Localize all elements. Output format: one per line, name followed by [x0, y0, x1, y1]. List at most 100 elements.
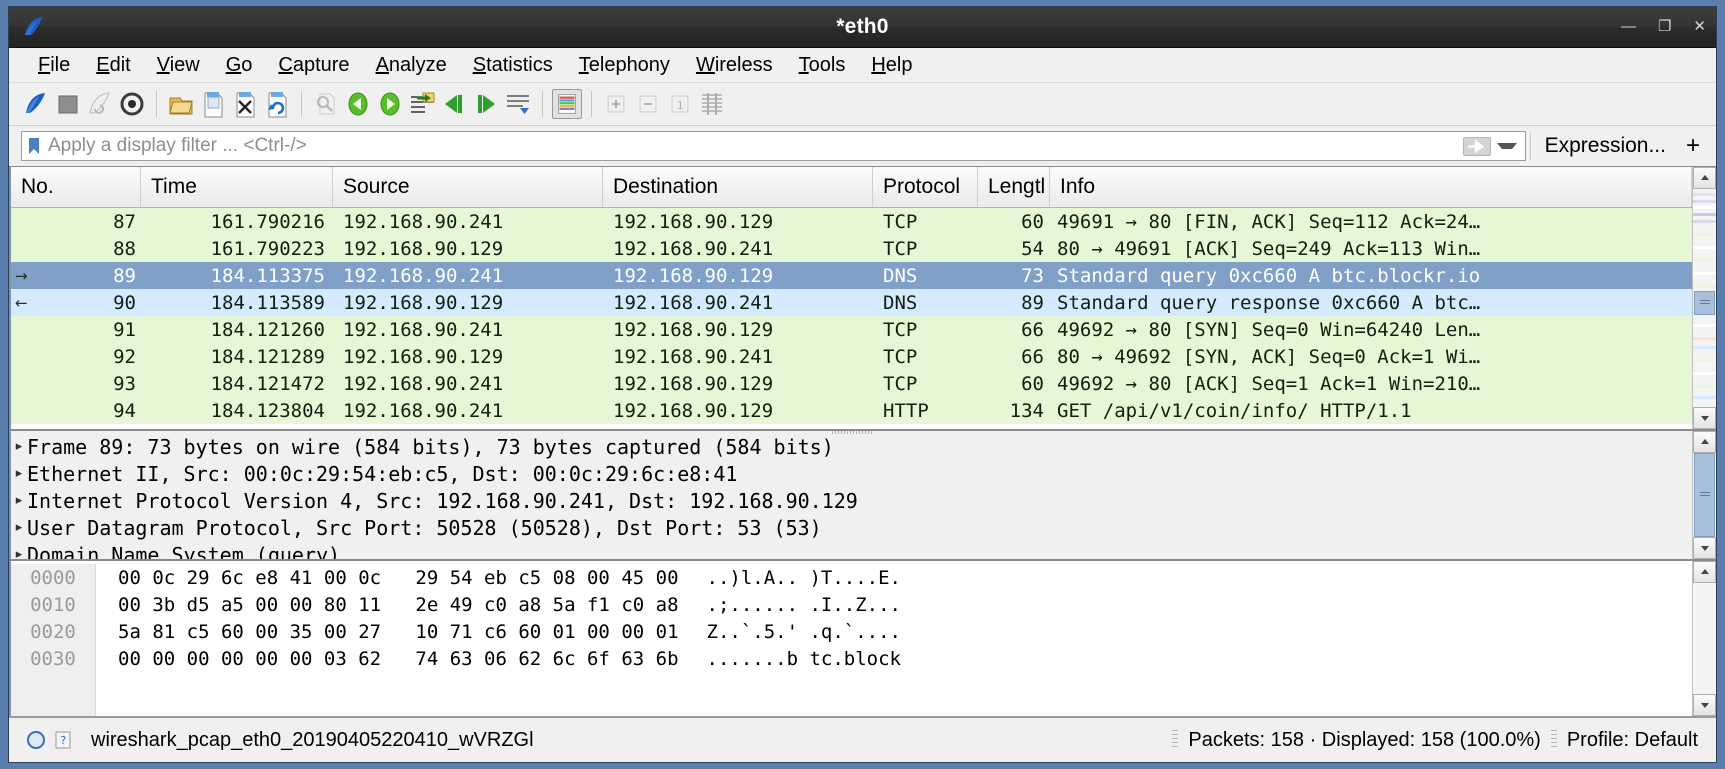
packet-bytes-scrollbar[interactable]: [1692, 561, 1716, 716]
filter-history-chevron-down-icon[interactable]: [1496, 143, 1517, 149]
column-header-source[interactable]: Source: [333, 167, 603, 207]
bytes-scroll-up-arrow-icon[interactable]: [1693, 561, 1716, 583]
packet-list-scroll-thumb[interactable]: [1694, 291, 1715, 316]
status-profile[interactable]: Profile: Default: [1567, 729, 1698, 752]
detail-scroll-down-arrow-icon[interactable]: [1693, 537, 1716, 559]
packet-list-scrollbar[interactable]: [1692, 167, 1716, 429]
zoom-reset-icon[interactable]: 1: [665, 89, 695, 119]
menu-item-edit[interactable]: Edit: [83, 52, 143, 79]
menu-item-wireless[interactable]: Wireless: [683, 52, 786, 79]
menu-item-view[interactable]: View: [144, 52, 213, 79]
save-file-icon[interactable]: [198, 89, 228, 119]
scroll-down-arrow-icon[interactable]: [1693, 407, 1716, 429]
packet-row[interactable]: 91 184.121260 192.168.90.241 192.168.90.129…: [11, 316, 1692, 343]
byte-ascii-column[interactable]: ..)l.A.. )T....E. .;...... .I..Z... Z..`.5…: [679, 564, 901, 716]
related-packet-arrow-icon: →: [15, 266, 28, 285]
column-header-protocol[interactable]: Protocol: [873, 167, 978, 207]
status-bar: ? wireshark_pcap_eth0_20190405220410_wVR…: [9, 716, 1716, 762]
packet-cell-destination: 192.168.90.241: [613, 237, 774, 260]
reload-file-icon[interactable]: [262, 89, 292, 119]
packet-cell-source: 192.168.90.241: [343, 264, 504, 287]
byte-hex-column[interactable]: 00 0c 29 6c e8 41 00 0c 29 54 eb c5 08 0…: [96, 564, 679, 716]
menu-item-go[interactable]: Go: [213, 52, 266, 79]
menu-item-capture[interactable]: Capture: [265, 52, 362, 79]
menu-item-telephony[interactable]: Telephony: [566, 52, 683, 79]
packet-detail-scrollbar[interactable]: [1692, 431, 1716, 559]
expand-triangle-icon[interactable]: ▸: [11, 520, 27, 535]
detail-tree-row[interactable]: ▸ User Datagram Protocol, Src Port: 50528…: [11, 514, 1692, 541]
packet-row[interactable]: 93 184.121472 192.168.90.241 192.168.90.129…: [11, 370, 1692, 397]
column-header-destination[interactable]: Destination: [603, 167, 873, 207]
apply-filter-icon[interactable]: [1462, 136, 1491, 156]
packet-row[interactable]: 88 161.790223 192.168.90.129 192.168.90.241…: [11, 235, 1692, 262]
packet-row[interactable]: → 89 184.113375 192.168.90.241 192.168.90.12…: [11, 262, 1692, 289]
menu-item-analyze[interactable]: Analyze: [363, 52, 460, 79]
detail-scroll-up-arrow-icon[interactable]: [1693, 431, 1716, 453]
expand-triangle-icon[interactable]: ▸: [11, 466, 27, 481]
expert-info-icon[interactable]: ?: [55, 731, 71, 749]
bytes-scroll-track[interactable]: [1693, 583, 1716, 694]
close-button[interactable]: ✕: [1693, 19, 1706, 34]
column-header-info[interactable]: Info: [1050, 167, 1692, 207]
packet-cell-source: 192.168.90.129: [343, 237, 504, 260]
add-filter-button[interactable]: +: [1680, 132, 1712, 160]
open-file-icon[interactable]: [166, 89, 196, 119]
detail-tree-row[interactable]: ▸ Frame 89: 73 bytes on wire (584 bits), …: [11, 433, 1692, 460]
expand-triangle-icon[interactable]: ▸: [11, 439, 27, 454]
resize-columns-icon[interactable]: [697, 89, 727, 119]
packet-cell-time: 184.113375: [210, 264, 325, 287]
minimize-button[interactable]: —: [1621, 19, 1636, 34]
go-to-last-packet-icon[interactable]: [471, 89, 501, 119]
pane-resize-grip[interactable]: [831, 431, 872, 434]
go-to-packet-icon[interactable]: [407, 89, 437, 119]
packet-detail-tree[interactable]: ▸ Frame 89: 73 bytes on wire (584 bits), …: [11, 431, 1692, 559]
go-back-icon[interactable]: [343, 89, 373, 119]
packet-row[interactable]: 92 184.121289 192.168.90.129 192.168.90.241…: [11, 343, 1692, 370]
packet-row[interactable]: 87 161.790216 192.168.90.241 192.168.90.129…: [11, 208, 1692, 235]
detail-scroll-track[interactable]: [1693, 453, 1716, 537]
auto-scroll-icon[interactable]: [503, 89, 533, 119]
packet-list-scroll-track[interactable]: [1693, 189, 1716, 407]
start-capture-icon[interactable]: [21, 89, 51, 119]
go-forward-icon[interactable]: [375, 89, 405, 119]
zoom-out-icon[interactable]: [633, 89, 663, 119]
toolbar-separator: [156, 91, 157, 117]
packet-cell-time: 161.790216: [210, 210, 325, 233]
filter-expression-button[interactable]: Expression...: [1529, 132, 1680, 160]
packet-map-strip: [1693, 245, 1716, 249]
column-header-length[interactable]: Lengtl: [978, 167, 1050, 207]
window-title: *eth0: [836, 15, 889, 38]
menu-item-file[interactable]: File: [25, 52, 83, 79]
stop-capture-icon[interactable]: [53, 89, 83, 119]
zoom-in-icon[interactable]: [601, 89, 631, 119]
scroll-up-arrow-icon[interactable]: [1693, 167, 1716, 189]
maximize-button[interactable]: ❐: [1658, 19, 1671, 34]
menu-item-statistics[interactable]: Statistics: [460, 52, 566, 79]
column-header-time[interactable]: Time: [141, 167, 333, 207]
packet-cell-protocol: DNS: [883, 291, 918, 314]
display-filter-input[interactable]: Apply a display filter ... <Ctrl-/>: [21, 131, 1526, 161]
go-to-first-packet-icon[interactable]: [439, 89, 469, 119]
packet-row[interactable]: 94 184.123804 192.168.90.241 192.168.90.129…: [11, 397, 1692, 424]
menu-item-tools[interactable]: Tools: [786, 52, 859, 79]
detail-scroll-thumb[interactable]: [1694, 453, 1715, 537]
capture-status-icon[interactable]: [25, 729, 47, 751]
expand-triangle-icon[interactable]: ▸: [11, 547, 27, 559]
detail-tree-row[interactable]: ▸ Internet Protocol Version 4, Src: 192.1…: [11, 487, 1692, 514]
menu-item-help[interactable]: Help: [858, 52, 925, 79]
expand-triangle-icon[interactable]: ▸: [11, 493, 27, 508]
packet-cell-info: 80 → 49691 [ACK] Seq=249 Ack=113 Win…: [1057, 237, 1481, 260]
column-header-no[interactable]: No.: [11, 167, 141, 207]
packet-row[interactable]: ← 90 184.113589 192.168.90.129 192.168.90.24…: [11, 289, 1692, 316]
packet-cell-no: 88: [113, 237, 136, 260]
find-packet-icon[interactable]: [311, 89, 341, 119]
bytes-scroll-down-arrow-icon[interactable]: [1693, 694, 1716, 716]
capture-options-icon[interactable]: [117, 89, 147, 119]
restart-capture-icon[interactable]: [85, 89, 115, 119]
close-file-icon[interactable]: [230, 89, 260, 119]
colorize-packets-icon[interactable]: [552, 89, 582, 119]
bookmark-icon[interactable]: [27, 137, 41, 155]
detail-tree-row[interactable]: ▸ Ethernet II, Src: 00:0c:29:54:eb:c5, Ds…: [11, 460, 1692, 487]
packet-cell-source: 192.168.90.241: [343, 372, 504, 395]
detail-tree-row[interactable]: ▸ Domain Name System (query): [11, 541, 1692, 560]
